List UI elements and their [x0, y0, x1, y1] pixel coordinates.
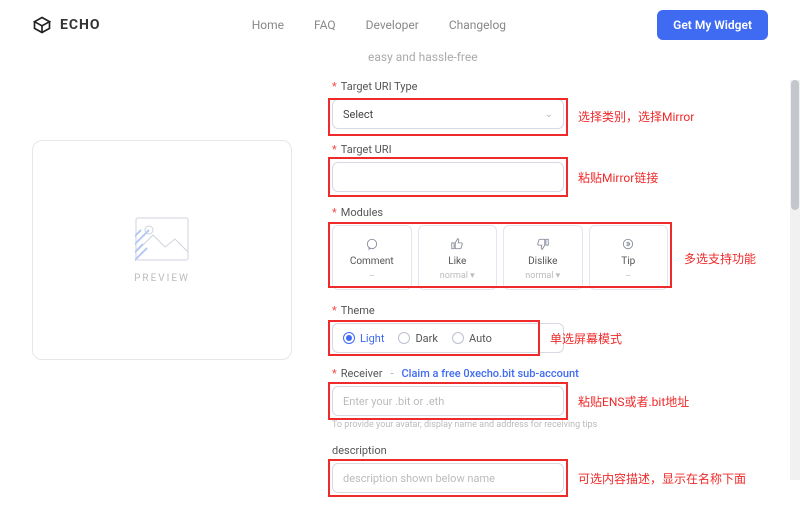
- content: PREVIEW *Target URI Type Select ⌄ 选择类别，选…: [0, 80, 800, 507]
- module-tip[interactable]: Tip --: [589, 225, 669, 290]
- radio-dot-icon: [452, 332, 464, 344]
- module-comment[interactable]: Comment --: [332, 225, 412, 290]
- form: *Target URI Type Select ⌄ 选择类别，选择Mirror …: [332, 80, 768, 507]
- field-receiver: *Receiver- Claim a free 0xecho.bit sub-a…: [332, 367, 768, 430]
- input-description[interactable]: [332, 463, 564, 493]
- annotation-text-5: 粘贴ENS或者.bit地址: [578, 393, 689, 410]
- radio-light[interactable]: Light: [343, 332, 384, 345]
- label-description: description: [332, 444, 768, 457]
- brand: ECHO: [32, 15, 101, 35]
- input-target-uri[interactable]: [332, 162, 564, 192]
- radio-dark[interactable]: Dark: [398, 332, 438, 345]
- main-nav: Home FAQ Developer Changelog: [252, 18, 506, 32]
- radio-dot-icon: [343, 332, 355, 344]
- annotation-text-6: 可选内容描述，显示在名称下面: [578, 470, 746, 487]
- select-value: Select: [343, 108, 373, 121]
- preview-box: PREVIEW: [32, 140, 292, 360]
- brand-name: ECHO: [60, 17, 101, 33]
- module-dislike[interactable]: Dislike normal ▾: [503, 225, 583, 290]
- receiver-hint: To provide your avatar, display name and…: [332, 420, 768, 430]
- image-placeholder-icon: [135, 217, 189, 261]
- nav-home[interactable]: Home: [252, 18, 284, 32]
- chevron-down-icon: ⌄: [545, 109, 553, 120]
- field-description: description 可选内容描述，显示在名称下面: [332, 444, 768, 493]
- label-modules: *Modules: [332, 206, 768, 219]
- claim-link[interactable]: Claim a free 0xecho.bit sub-account: [402, 367, 579, 380]
- field-modules: *Modules Comment -- Like normal ▾ Dislik…: [332, 206, 768, 290]
- theme-group: Light Dark Auto: [332, 323, 564, 353]
- scrollbar-thumb[interactable]: [791, 80, 799, 210]
- annotation-text-2: 粘贴Mirror链接: [578, 169, 658, 186]
- logo-icon: [32, 15, 52, 35]
- thumbs-down-icon: [536, 236, 550, 252]
- field-target-uri-type: *Target URI Type Select ⌄ 选择类别，选择Mirror: [332, 80, 768, 129]
- nav-faq[interactable]: FAQ: [314, 18, 336, 32]
- tagline: easy and hassle-free: [368, 50, 800, 64]
- label-target-uri: *Target URI: [332, 143, 768, 156]
- radio-auto[interactable]: Auto: [452, 332, 492, 345]
- header: ECHO Home FAQ Developer Changelog Get My…: [0, 0, 800, 50]
- annotation-text-3: 多选支持功能: [684, 250, 756, 267]
- thumbs-up-icon: [450, 236, 464, 252]
- label-receiver: *Receiver- Claim a free 0xecho.bit sub-a…: [332, 367, 768, 380]
- modules-row: Comment -- Like normal ▾ Dislike normal …: [332, 225, 668, 290]
- field-target-uri: *Target URI 粘贴Mirror链接: [332, 143, 768, 192]
- scrollbar[interactable]: [790, 80, 800, 480]
- input-receiver[interactable]: [332, 386, 564, 416]
- annotation-text-1: 选择类别，选择Mirror: [578, 108, 694, 125]
- label-theme: *Theme: [332, 304, 768, 317]
- radio-dot-icon: [398, 332, 410, 344]
- comment-icon: [365, 236, 379, 252]
- nav-developer[interactable]: Developer: [366, 18, 419, 32]
- coin-icon: [621, 236, 635, 252]
- nav-changelog[interactable]: Changelog: [449, 18, 506, 32]
- field-theme: *Theme Light Dark Auto 单选屏幕模式: [332, 304, 768, 353]
- preview-panel: PREVIEW: [32, 80, 292, 507]
- annotation-text-4: 单选屏幕模式: [550, 330, 622, 347]
- module-like[interactable]: Like normal ▾: [418, 225, 498, 290]
- label-target-uri-type: *Target URI Type: [332, 80, 768, 93]
- get-widget-button[interactable]: Get My Widget: [657, 10, 768, 40]
- preview-label: PREVIEW: [134, 273, 190, 284]
- select-target-uri-type[interactable]: Select ⌄: [332, 99, 564, 129]
